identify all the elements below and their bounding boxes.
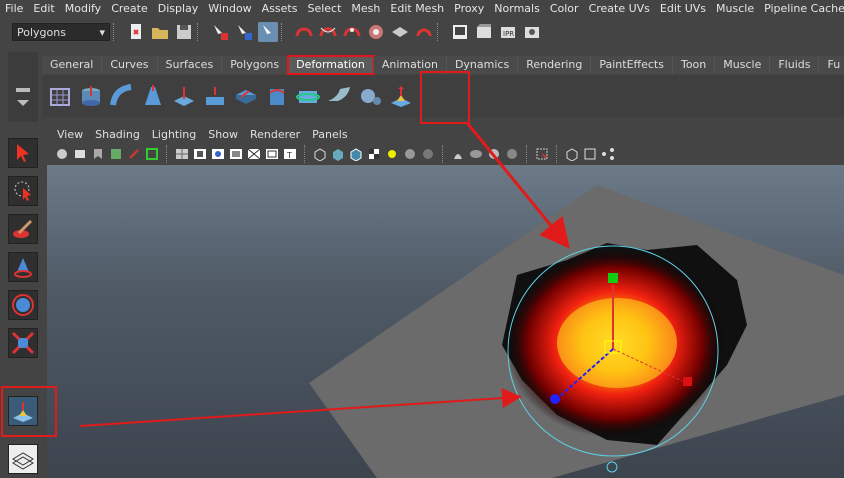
arrow-to-deformer <box>466 123 570 249</box>
maya-window: File Edit Modify Create Display Window Assets S… <box>0 0 844 478</box>
annotation-arrows <box>79 123 570 427</box>
arrow-from-tool <box>79 388 522 427</box>
